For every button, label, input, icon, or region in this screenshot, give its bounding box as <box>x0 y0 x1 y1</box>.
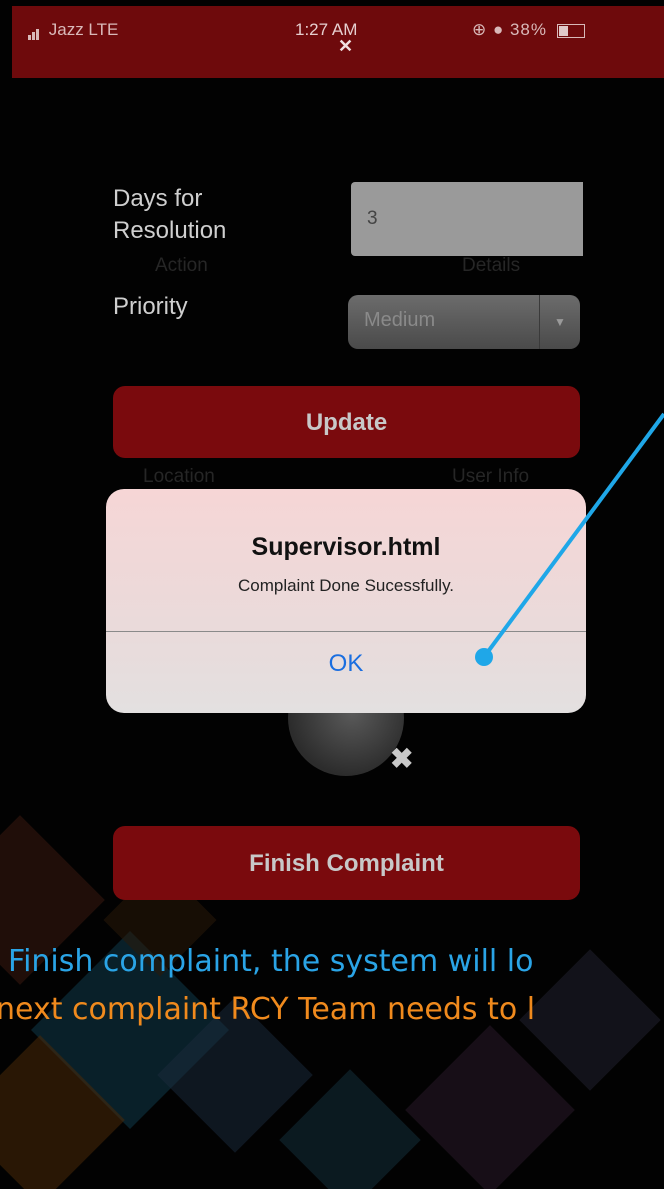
annotation-caption-line-1: Finish complaint, the system will lo <box>8 944 534 979</box>
alert-dialog: Supervisor.html Complaint Done Sucessful… <box>106 489 586 713</box>
action-ghost-label: Action <box>155 255 208 276</box>
carrier-indicator: Jazz LTE <box>28 20 118 40</box>
annotation-caption-line-2: next complaint RCY Team needs to l <box>0 992 536 1027</box>
status-indicators: ⊕ ● 38% <box>472 20 585 40</box>
close-icon[interactable]: ✕ <box>338 36 353 57</box>
chevron-down-icon: ▼ <box>539 295 580 349</box>
dialog-message: Complaint Done Sucessfully. <box>237 576 455 595</box>
dialog-ok-button[interactable]: OK <box>106 632 586 713</box>
carrier-text: Jazz LTE <box>48 20 119 39</box>
priority-select[interactable]: Medium ▼ <box>348 295 580 349</box>
days-for-resolution-input[interactable]: 3 <box>351 182 583 256</box>
remove-photo-icon[interactable]: ✖ <box>390 742 413 775</box>
update-button[interactable]: Update <box>113 386 580 458</box>
location-ghost-label: Location <box>143 466 215 487</box>
status-bar: Jazz LTE 1:27 AM ✕ ⊕ ● 38% <box>12 6 664 78</box>
finish-complaint-button[interactable]: Finish Complaint <box>113 826 580 900</box>
details-ghost-label: Details <box>462 255 521 276</box>
priority-label: Priority <box>113 293 188 320</box>
priority-selected-value: Medium <box>364 309 436 331</box>
dialog-title: Supervisor.html <box>251 533 441 561</box>
screenshot: Jazz LTE 1:27 AM ✕ ⊕ ● 38% Days for Reso… <box>0 0 664 1189</box>
user-info-ghost-label: User Info <box>452 466 530 487</box>
battery-icon <box>556 23 585 38</box>
signal-icon <box>28 20 40 40</box>
status-icons-text: ⊕ ● 38% <box>472 20 547 39</box>
days-for-resolution-label: Days for Resolution <box>113 185 227 244</box>
